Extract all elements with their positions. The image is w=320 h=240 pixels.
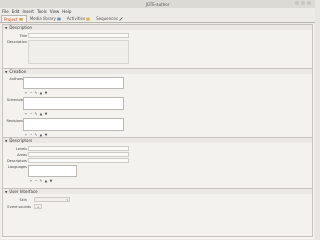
menu-edit[interactable]: Edit <box>12 9 20 14</box>
tab-project[interactable]: Project <box>1 15 27 22</box>
tab-sequences-label: Sequences <box>96 16 118 21</box>
authors-list[interactable] <box>23 77 124 89</box>
descriptors-field[interactable] <box>28 158 129 163</box>
descriptors-label: Descriptors <box>6 159 27 163</box>
close-button[interactable] <box>307 1 311 5</box>
menu-tools[interactable]: Tools <box>37 9 47 14</box>
creation-header[interactable]: ▼ Creation <box>3 69 312 74</box>
edit-language-button[interactable]: ✎ <box>39 179 43 183</box>
menu-view[interactable]: View <box>50 9 60 14</box>
collapse-icon: ▼ <box>5 69 8 74</box>
description-section: ▼ Description Title Description <box>2 24 313 69</box>
revisions-label: Revisions <box>6 119 23 123</box>
tab-media-library[interactable]: Media library <box>28 15 64 22</box>
revisions-list[interactable] <box>23 118 124 131</box>
tab-activities[interactable]: Activities <box>65 15 93 22</box>
languages-toolbar: + − ✎ ▲ ▼ <box>29 178 53 183</box>
description-label: Description <box>7 40 27 44</box>
folder-icon <box>18 18 23 21</box>
menu-insert[interactable]: Insert <box>22 9 33 14</box>
skin-select[interactable]: ▾ <box>34 197 70 202</box>
chevron-down-icon: ▾ <box>66 198 68 202</box>
title-field[interactable] <box>28 33 129 38</box>
user-interface-section: ▼ User Interface Skin ▾ Event sounds ◂ <box>2 188 313 237</box>
edit-revision-button[interactable]: ✎ <box>34 133 38 137</box>
move-down-schedule-button[interactable]: ▼ <box>44 112 48 116</box>
media-icon <box>57 17 61 20</box>
authors-toolbar: + − ✎ ▲ ▼ <box>24 90 48 95</box>
areas-field[interactable] <box>28 152 129 157</box>
title-bar: JGTE-author <box>0 0 315 8</box>
move-up-revision-button[interactable]: ▲ <box>39 133 43 137</box>
menu-file[interactable]: File <box>2 9 9 14</box>
remove-schedule-button[interactable]: − <box>29 112 33 116</box>
puzzle-icon <box>86 17 90 21</box>
menu-bar: File Edit Insert Tools View Help <box>0 8 315 15</box>
creation-title: Creation <box>9 69 27 74</box>
tab-activities-label: Activities <box>66 16 86 21</box>
authors-label: Authors <box>9 77 23 81</box>
remove-author-button[interactable]: − <box>29 91 33 95</box>
sequence-icon <box>119 16 123 21</box>
menu-help[interactable]: Help <box>62 9 71 14</box>
collapse-icon: ▼ <box>5 25 8 30</box>
add-revision-button[interactable]: + <box>24 133 28 137</box>
collapse-icon: ▼ <box>5 138 8 143</box>
event-sounds-button[interactable]: ◂ <box>34 204 42 209</box>
tab-media-label: Media library <box>29 16 56 21</box>
window-controls <box>295 1 311 5</box>
remove-language-button[interactable]: − <box>34 179 38 183</box>
schedule-label: Schedule <box>6 98 23 102</box>
description-header[interactable]: ▼ Description <box>3 25 312 30</box>
project-panel: ▼ Description Title Description ▼ Creati… <box>1 24 314 239</box>
description-title: Description <box>9 25 33 30</box>
event-sounds-label: Event sounds <box>7 205 31 209</box>
languages-label: Languages <box>7 165 27 169</box>
move-up-language-button[interactable]: ▲ <box>44 179 48 183</box>
move-up-author-button[interactable]: ▲ <box>39 91 43 95</box>
schedule-list[interactable] <box>23 97 124 110</box>
languages-list[interactable] <box>28 165 77 177</box>
schedule-toolbar: + − ✎ ▲ ▼ <box>24 111 48 116</box>
speaker-icon: ◂ <box>37 205 39 209</box>
title-label: Title <box>19 34 27 38</box>
tab-sequences[interactable]: Sequences <box>94 15 126 22</box>
move-up-schedule-button[interactable]: ▲ <box>39 112 43 116</box>
user-interface-title: User Interface <box>9 189 38 194</box>
window-title: JGTE-author <box>145 1 170 7</box>
remove-revision-button[interactable]: − <box>29 133 33 137</box>
edit-schedule-button[interactable]: ✎ <box>34 112 38 116</box>
collapse-icon: ▼ <box>5 189 8 194</box>
maximize-button[interactable] <box>301 1 305 5</box>
user-interface-header[interactable]: ▼ User Interface <box>3 189 312 194</box>
move-down-revision-button[interactable]: ▼ <box>44 133 48 137</box>
levels-label: Levels <box>15 147 27 151</box>
minimize-button[interactable] <box>295 1 299 5</box>
tab-project-label: Project <box>4 16 18 22</box>
descriptors-title: Descriptors <box>9 138 33 143</box>
areas-label: Areas <box>17 153 27 157</box>
add-schedule-button[interactable]: + <box>24 112 28 116</box>
skin-label: Skin <box>19 198 27 202</box>
move-down-author-button[interactable]: ▼ <box>44 91 48 95</box>
tab-bar: Project Media library Activities Sequenc… <box>0 15 315 23</box>
edit-author-button[interactable]: ✎ <box>34 91 38 95</box>
description-field[interactable] <box>28 40 129 64</box>
app-window: JGTE-author File Edit Insert Tools View … <box>0 0 315 240</box>
descriptors-header[interactable]: ▼ Descriptors <box>3 138 312 143</box>
add-author-button[interactable]: + <box>24 91 28 95</box>
levels-field[interactable] <box>28 146 129 151</box>
add-language-button[interactable]: + <box>29 179 33 183</box>
move-down-language-button[interactable]: ▼ <box>49 179 53 183</box>
